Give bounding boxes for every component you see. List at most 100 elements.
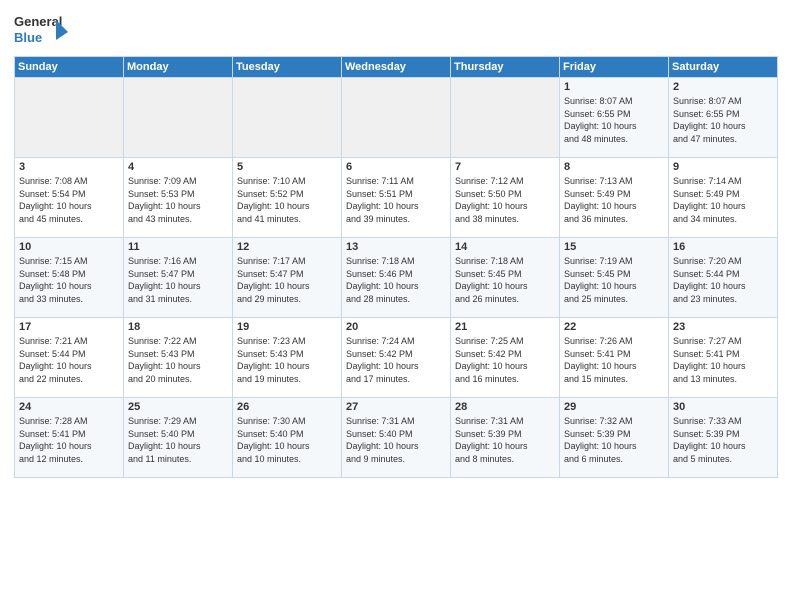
- day-cell: 23 Sunrise: 7:27 AM Sunset: 5:41 PM Dayli…: [669, 318, 778, 398]
- day-cell: 21 Sunrise: 7:25 AM Sunset: 5:42 PM Dayli…: [451, 318, 560, 398]
- day-info: Sunrise: 7:31 AM Sunset: 5:39 PM Dayligh…: [455, 415, 556, 465]
- day-info: Sunrise: 7:11 AM Sunset: 5:51 PM Dayligh…: [346, 175, 447, 225]
- day-cell: 18 Sunrise: 7:22 AM Sunset: 5:43 PM Dayli…: [124, 318, 233, 398]
- day-cell: [124, 78, 233, 158]
- day-cell: 12Sunrise: 7:17 AM Sunset: 5:47 PM Dayli…: [233, 238, 342, 318]
- page-container: GeneralBlue SundayMondayTuesdayWednesday…: [0, 0, 792, 484]
- day-info: Sunrise: 7:16 AM Sunset: 5:47 PM Dayligh…: [128, 255, 229, 305]
- calendar-table: SundayMondayTuesdayWednesdayThursdayFrid…: [14, 56, 778, 478]
- week-row-5: 24Sunrise: 7:28 AM Sunset: 5:41 PM Dayli…: [15, 398, 778, 478]
- week-row-3: 10 Sunrise: 7:15 AM Sunset: 5:48 PM Dayli…: [15, 238, 778, 318]
- day-number: 13: [346, 241, 447, 253]
- day-number: 8: [564, 161, 665, 173]
- day-number: 18: [128, 321, 229, 333]
- day-cell: 11 Sunrise: 7:16 AM Sunset: 5:47 PM Dayli…: [124, 238, 233, 318]
- weekday-header-tuesday: Tuesday: [233, 57, 342, 78]
- day-info: Sunrise: 7:30 AM Sunset: 5:40 PM Dayligh…: [237, 415, 338, 465]
- day-number: 5: [237, 161, 338, 173]
- day-cell: 4 Sunrise: 7:09 AM Sunset: 5:53 PM Daylig…: [124, 158, 233, 238]
- header: GeneralBlue: [14, 10, 778, 50]
- day-info: Sunrise: 7:22 AM Sunset: 5:43 PM Dayligh…: [128, 335, 229, 385]
- day-info: Sunrise: 7:18 AM Sunset: 5:46 PM Dayligh…: [346, 255, 447, 305]
- day-info: Sunrise: 7:32 AM Sunset: 5:39 PM Dayligh…: [564, 415, 665, 465]
- weekday-header-wednesday: Wednesday: [342, 57, 451, 78]
- day-number: 28: [455, 401, 556, 413]
- day-cell: 28 Sunrise: 7:31 AM Sunset: 5:39 PM Dayli…: [451, 398, 560, 478]
- day-cell: 27 Sunrise: 7:31 AM Sunset: 5:40 PM Dayli…: [342, 398, 451, 478]
- day-cell: 9Sunrise: 7:14 AM Sunset: 5:49 PM Daylig…: [669, 158, 778, 238]
- day-info: Sunrise: 7:26 AM Sunset: 5:41 PM Dayligh…: [564, 335, 665, 385]
- day-info: Sunrise: 7:09 AM Sunset: 5:53 PM Dayligh…: [128, 175, 229, 225]
- day-cell: 20 Sunrise: 7:24 AM Sunset: 5:42 PM Dayli…: [342, 318, 451, 398]
- day-info: Sunrise: 7:12 AM Sunset: 5:50 PM Dayligh…: [455, 175, 556, 225]
- weekday-header-saturday: Saturday: [669, 57, 778, 78]
- day-info: Sunrise: 7:17 AM Sunset: 5:47 PM Dayligh…: [237, 255, 338, 305]
- weekday-header-thursday: Thursday: [451, 57, 560, 78]
- day-cell: 5 Sunrise: 7:10 AM Sunset: 5:52 PM Daylig…: [233, 158, 342, 238]
- day-cell: 24Sunrise: 7:28 AM Sunset: 5:41 PM Dayli…: [15, 398, 124, 478]
- svg-text:Blue: Blue: [14, 30, 42, 45]
- weekday-header-row: SundayMondayTuesdayWednesdayThursdayFrid…: [15, 57, 778, 78]
- svg-text:General: General: [14, 14, 62, 29]
- day-number: 10: [19, 241, 120, 253]
- day-cell: 17 Sunrise: 7:21 AM Sunset: 5:44 PM Dayli…: [15, 318, 124, 398]
- day-info: Sunrise: 7:28 AM Sunset: 5:41 PM Dayligh…: [19, 415, 120, 465]
- day-info: Sunrise: 7:18 AM Sunset: 5:45 PM Dayligh…: [455, 255, 556, 305]
- day-cell: 30 Sunrise: 7:33 AM Sunset: 5:39 PM Dayli…: [669, 398, 778, 478]
- day-number: 20: [346, 321, 447, 333]
- day-number: 22: [564, 321, 665, 333]
- day-number: 25: [128, 401, 229, 413]
- week-row-2: 3Sunrise: 7:08 AM Sunset: 5:54 PM Daylig…: [15, 158, 778, 238]
- day-info: Sunrise: 7:25 AM Sunset: 5:42 PM Dayligh…: [455, 335, 556, 385]
- day-number: 2: [673, 81, 774, 93]
- day-cell: 15Sunrise: 7:19 AM Sunset: 5:45 PM Dayli…: [560, 238, 669, 318]
- day-number: 3: [19, 161, 120, 173]
- day-number: 9: [673, 161, 774, 173]
- day-number: 17: [19, 321, 120, 333]
- day-info: Sunrise: 7:20 AM Sunset: 5:44 PM Dayligh…: [673, 255, 774, 305]
- day-number: 6: [346, 161, 447, 173]
- day-info: Sunrise: 8:07 AM Sunset: 6:55 PM Dayligh…: [673, 95, 774, 145]
- day-info: Sunrise: 7:19 AM Sunset: 5:45 PM Dayligh…: [564, 255, 665, 305]
- day-cell: 16Sunrise: 7:20 AM Sunset: 5:44 PM Dayli…: [669, 238, 778, 318]
- day-cell: [451, 78, 560, 158]
- day-cell: 7Sunrise: 7:12 AM Sunset: 5:50 PM Daylig…: [451, 158, 560, 238]
- day-info: Sunrise: 7:13 AM Sunset: 5:49 PM Dayligh…: [564, 175, 665, 225]
- day-cell: 22 Sunrise: 7:26 AM Sunset: 5:41 PM Dayli…: [560, 318, 669, 398]
- weekday-header-friday: Friday: [560, 57, 669, 78]
- day-info: Sunrise: 7:29 AM Sunset: 5:40 PM Dayligh…: [128, 415, 229, 465]
- day-cell: 29Sunrise: 7:32 AM Sunset: 5:39 PM Dayli…: [560, 398, 669, 478]
- weekday-header-monday: Monday: [124, 57, 233, 78]
- day-number: 27: [346, 401, 447, 413]
- day-info: Sunrise: 7:10 AM Sunset: 5:52 PM Dayligh…: [237, 175, 338, 225]
- day-number: 30: [673, 401, 774, 413]
- day-number: 1: [564, 81, 665, 93]
- day-info: Sunrise: 7:27 AM Sunset: 5:41 PM Dayligh…: [673, 335, 774, 385]
- day-number: 21: [455, 321, 556, 333]
- day-info: Sunrise: 7:33 AM Sunset: 5:39 PM Dayligh…: [673, 415, 774, 465]
- day-cell: 25 Sunrise: 7:29 AM Sunset: 5:40 PM Dayli…: [124, 398, 233, 478]
- day-number: 11: [128, 241, 229, 253]
- day-number: 4: [128, 161, 229, 173]
- day-info: Sunrise: 7:31 AM Sunset: 5:40 PM Dayligh…: [346, 415, 447, 465]
- week-row-4: 17 Sunrise: 7:21 AM Sunset: 5:44 PM Dayli…: [15, 318, 778, 398]
- day-info: Sunrise: 7:24 AM Sunset: 5:42 PM Dayligh…: [346, 335, 447, 385]
- day-info: Sunrise: 7:21 AM Sunset: 5:44 PM Dayligh…: [19, 335, 120, 385]
- day-number: 26: [237, 401, 338, 413]
- day-cell: [233, 78, 342, 158]
- day-cell: 10 Sunrise: 7:15 AM Sunset: 5:48 PM Dayli…: [15, 238, 124, 318]
- day-cell: 13 Sunrise: 7:18 AM Sunset: 5:46 PM Dayli…: [342, 238, 451, 318]
- day-cell: 8 Sunrise: 7:13 AM Sunset: 5:49 PM Daylig…: [560, 158, 669, 238]
- day-cell: 26 Sunrise: 7:30 AM Sunset: 5:40 PM Dayli…: [233, 398, 342, 478]
- day-number: 14: [455, 241, 556, 253]
- day-cell: 6 Sunrise: 7:11 AM Sunset: 5:51 PM Daylig…: [342, 158, 451, 238]
- day-cell: [342, 78, 451, 158]
- day-cell: 1Sunrise: 8:07 AM Sunset: 6:55 PM Daylig…: [560, 78, 669, 158]
- day-info: Sunrise: 7:23 AM Sunset: 5:43 PM Dayligh…: [237, 335, 338, 385]
- week-row-1: 1 Sunrise: 8:07 AM Sunset: 6:55 PM Daylig…: [15, 78, 778, 158]
- day-cell: 14 Sunrise: 7:18 AM Sunset: 5:45 PM Dayli…: [451, 238, 560, 318]
- day-cell: 2 Sunrise: 8:07 AM Sunset: 6:55 PM Daylig…: [669, 78, 778, 158]
- day-info: Sunrise: 7:15 AM Sunset: 5:48 PM Dayligh…: [19, 255, 120, 305]
- logo-svg: GeneralBlue: [14, 10, 69, 50]
- day-number: 23: [673, 321, 774, 333]
